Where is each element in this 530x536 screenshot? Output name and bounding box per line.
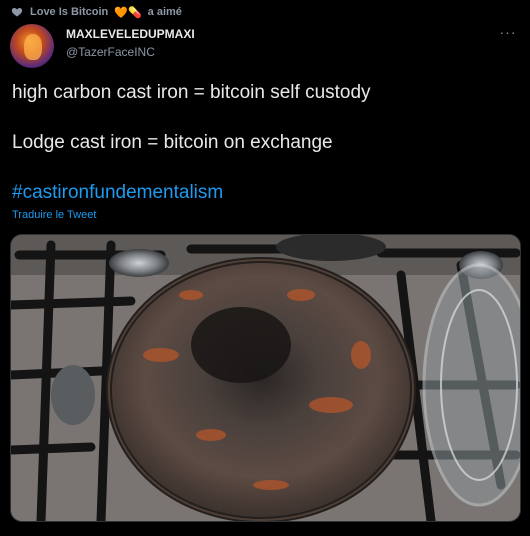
avatar[interactable] — [10, 24, 54, 68]
tweet-text-line-1: high carbon cast iron = bitcoin self cus… — [12, 82, 371, 103]
translate-tweet-link[interactable]: Traduire le Tweet — [12, 209, 96, 221]
heart-icon — [10, 5, 24, 19]
author-display-name[interactable]: MAXLEVELEDUPMAXI — [66, 27, 195, 41]
tweet-photo[interactable] — [10, 234, 521, 522]
tweet-header: MAXLEVELEDUPMAXI @TazerFaceINC ··· — [10, 24, 520, 68]
social-context[interactable]: Love Is Bitcoin 🧡💊 a aimé — [10, 4, 182, 20]
liked-suffix: a aimé — [147, 6, 182, 18]
author-handle[interactable]: @TazerFaceINC — [66, 45, 155, 59]
more-options-icon[interactable]: ··· — [498, 24, 518, 40]
liked-by-name[interactable]: Love Is Bitcoin — [30, 6, 108, 18]
tweet-text-line-2: Lodge cast iron = bitcoin on exchange — [12, 132, 333, 153]
liked-by-emojis: 🧡💊 — [114, 6, 142, 19]
cast-iron-pan-photo — [11, 235, 520, 521]
hashtag-link[interactable]: #castironfundementalism — [12, 182, 223, 204]
